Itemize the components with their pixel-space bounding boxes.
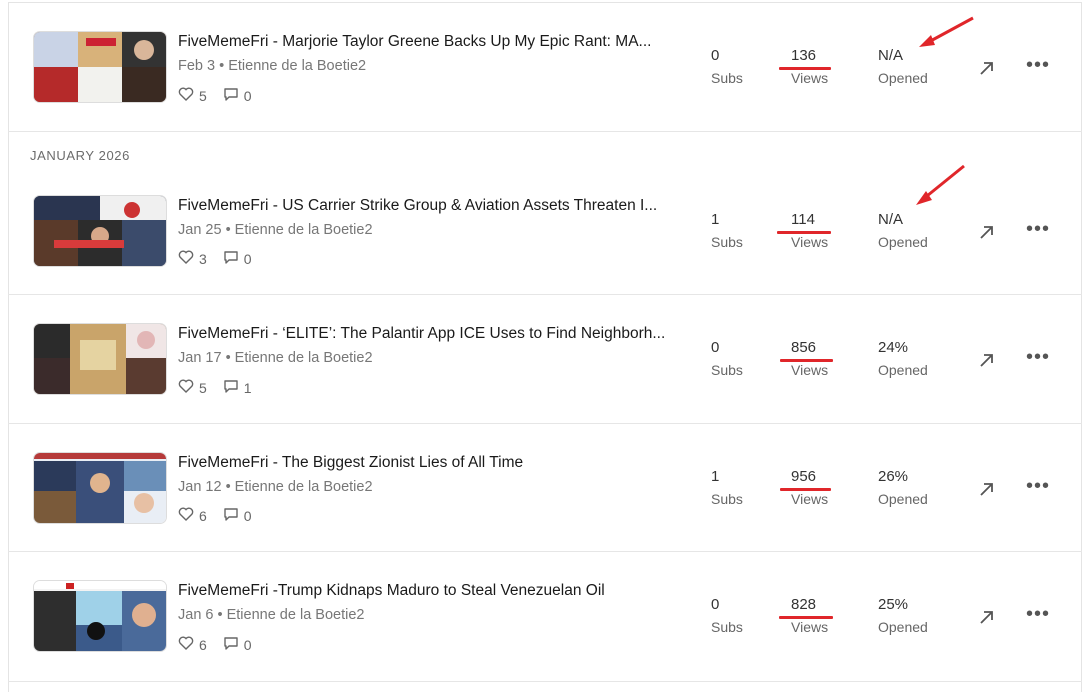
likes-count: 5 bbox=[199, 87, 207, 104]
post-reactions: 6 0 bbox=[178, 506, 262, 525]
opened-label: Opened bbox=[878, 619, 928, 635]
views-count: 136 bbox=[791, 47, 817, 64]
post-thumbnail[interactable] bbox=[34, 581, 166, 651]
subs-count: 0 bbox=[711, 339, 720, 356]
comment-icon[interactable] bbox=[223, 635, 239, 654]
open-external-icon[interactable] bbox=[977, 58, 997, 78]
views-underline-annotation bbox=[779, 616, 833, 619]
subs-stat: 1 Subs bbox=[711, 468, 743, 507]
views-label: Views bbox=[791, 234, 829, 250]
subs-label: Subs bbox=[711, 491, 743, 507]
subs-count: 1 bbox=[711, 468, 720, 485]
opened-label: Opened bbox=[878, 491, 928, 507]
opened-label: Opened bbox=[878, 362, 928, 378]
comments-count: 0 bbox=[243, 636, 252, 653]
views-count: 956 bbox=[791, 468, 817, 485]
comment-icon[interactable] bbox=[223, 506, 239, 525]
subs-stat: 0 Subs bbox=[711, 47, 743, 86]
opened-value: N/A bbox=[878, 211, 904, 228]
views-underline-annotation bbox=[780, 359, 833, 362]
comments-count: 0 bbox=[243, 87, 252, 104]
post-reactions: 6 0 bbox=[178, 635, 262, 654]
post-meta: Jan 12 • Etienne de la Boetie2 bbox=[178, 479, 373, 495]
more-options-icon[interactable]: ••• bbox=[1026, 475, 1050, 498]
opened-value: 24% bbox=[878, 339, 909, 356]
comment-icon[interactable] bbox=[223, 86, 239, 105]
opened-stat: 24% Opened bbox=[878, 339, 928, 378]
comment-icon[interactable] bbox=[223, 249, 239, 268]
views-underline-annotation bbox=[779, 67, 831, 70]
opened-stat: N/A Opened bbox=[878, 211, 928, 250]
subs-label: Subs bbox=[711, 234, 743, 250]
post-thumbnail[interactable] bbox=[34, 453, 166, 523]
views-label: Views bbox=[791, 491, 829, 507]
post-thumbnail[interactable] bbox=[34, 196, 166, 266]
views-label: Views bbox=[791, 619, 829, 635]
comments-count: 0 bbox=[243, 250, 252, 267]
subs-count: 0 bbox=[711, 47, 720, 64]
heart-icon[interactable] bbox=[178, 506, 194, 525]
open-external-icon[interactable] bbox=[977, 479, 997, 499]
subs-label: Subs bbox=[711, 362, 743, 378]
subs-count: 1 bbox=[711, 211, 720, 228]
views-underline-annotation bbox=[780, 488, 831, 491]
open-external-icon[interactable] bbox=[977, 607, 997, 627]
post-reactions: 3 0 bbox=[178, 249, 262, 268]
heart-icon[interactable] bbox=[178, 378, 194, 397]
subs-stat: 1 Subs bbox=[711, 211, 743, 250]
post-title[interactable]: FiveMemeFri - US Carrier Strike Group & … bbox=[178, 197, 657, 215]
likes-count: 6 bbox=[199, 636, 207, 653]
comments-count: 0 bbox=[243, 507, 252, 524]
post-title[interactable]: FiveMemeFri - The Biggest Zionist Lies o… bbox=[178, 454, 523, 472]
heart-icon[interactable] bbox=[178, 635, 194, 654]
opened-stat: 26% Opened bbox=[878, 468, 928, 507]
opened-stat: N/A Opened bbox=[878, 47, 928, 86]
post-title[interactable]: FiveMemeFri -Trump Kidnaps Maduro to Ste… bbox=[178, 582, 605, 600]
opened-value: 25% bbox=[878, 596, 909, 613]
views-count: 828 bbox=[791, 596, 817, 613]
likes-count: 3 bbox=[199, 250, 207, 267]
opened-label: Opened bbox=[878, 70, 928, 86]
post-meta: Feb 3 • Etienne de la Boetie2 bbox=[178, 58, 367, 74]
arrow-annotation bbox=[916, 164, 965, 205]
likes-count: 5 bbox=[199, 379, 207, 396]
likes-count: 6 bbox=[199, 507, 207, 524]
open-external-icon[interactable] bbox=[977, 222, 997, 242]
subs-label: Subs bbox=[711, 619, 743, 635]
opened-label: Opened bbox=[878, 234, 928, 250]
heart-icon[interactable] bbox=[178, 249, 194, 268]
more-options-icon[interactable]: ••• bbox=[1026, 218, 1050, 241]
views-count: 856 bbox=[791, 339, 817, 356]
post-thumbnail[interactable] bbox=[34, 32, 166, 102]
open-external-icon[interactable] bbox=[977, 350, 997, 370]
post-title[interactable]: FiveMemeFri - ‘ELITE’: The Palantir App … bbox=[178, 325, 665, 343]
opened-value: 26% bbox=[878, 468, 909, 485]
opened-stat: 25% Opened bbox=[878, 596, 928, 635]
post-reactions: 5 1 bbox=[178, 378, 262, 397]
post-meta: Jan 6 • Etienne de la Boetie2 bbox=[178, 607, 365, 623]
more-options-icon[interactable]: ••• bbox=[1026, 346, 1050, 369]
comment-icon[interactable] bbox=[223, 378, 239, 397]
views-count: 114 bbox=[791, 211, 815, 228]
views-underline-annotation bbox=[777, 231, 831, 234]
subs-stat: 0 Subs bbox=[711, 339, 743, 378]
views-label: Views bbox=[791, 70, 829, 86]
arrow-annotation bbox=[919, 16, 974, 47]
heart-icon[interactable] bbox=[178, 86, 194, 105]
comments-count: 1 bbox=[243, 379, 252, 396]
post-title[interactable]: FiveMemeFri - Marjorie Taylor Greene Bac… bbox=[178, 33, 651, 51]
post-meta: Jan 25 • Etienne de la Boetie2 bbox=[178, 222, 373, 238]
post-meta: Jan 17 • Etienne de la Boetie2 bbox=[178, 350, 373, 366]
subs-stat: 0 Subs bbox=[711, 596, 743, 635]
post-thumbnail[interactable] bbox=[34, 324, 166, 394]
subs-label: Subs bbox=[711, 70, 743, 86]
subs-count: 0 bbox=[711, 596, 720, 613]
more-options-icon[interactable]: ••• bbox=[1026, 54, 1050, 77]
views-label: Views bbox=[791, 362, 829, 378]
post-reactions: 5 0 bbox=[178, 86, 262, 105]
more-options-icon[interactable]: ••• bbox=[1026, 603, 1050, 626]
